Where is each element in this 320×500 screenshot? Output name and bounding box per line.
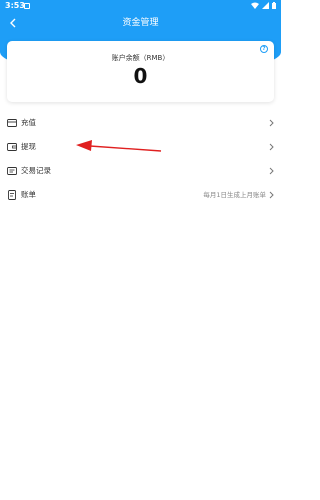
navbar: 资金管理 bbox=[0, 12, 281, 34]
menu-item-bill[interactable]: 账单 每月1日生成上月账单 bbox=[0, 183, 281, 207]
chevron-right-icon bbox=[269, 119, 274, 127]
balance-label: 账户余额（RMB） bbox=[111, 54, 170, 62]
battery-icon bbox=[272, 2, 276, 9]
chevron-right-icon bbox=[269, 143, 274, 151]
chevron-right-icon bbox=[269, 191, 274, 199]
signal-icon bbox=[262, 2, 269, 9]
records-icon bbox=[7, 167, 17, 175]
menu-item-recharge[interactable]: 充值 bbox=[0, 111, 281, 135]
help-icon[interactable]: ? bbox=[260, 45, 268, 53]
menu-item-label: 提现 bbox=[21, 142, 36, 151]
balance-amount: 0 bbox=[133, 64, 148, 88]
bill-icon bbox=[8, 190, 16, 200]
menu-item-withdraw[interactable]: 提现 bbox=[0, 135, 281, 159]
wifi-icon bbox=[251, 2, 259, 9]
menu-item-label: 交易记录 bbox=[21, 166, 51, 175]
menu-item-label: 账单 bbox=[21, 190, 36, 199]
page-title: 资金管理 bbox=[122, 18, 159, 28]
wallet-icon bbox=[7, 143, 17, 151]
status-icons bbox=[251, 2, 276, 9]
bill-note: 每月1日生成上月账单 bbox=[203, 191, 266, 199]
chevron-right-icon bbox=[269, 167, 274, 175]
status-bar: 3:53 bbox=[0, 0, 281, 12]
menu-item-label: 充值 bbox=[21, 118, 36, 127]
menu-list: 充值 提现 交易记录 账单 每月1日生成上月账单 bbox=[0, 111, 281, 207]
status-time: 3:53 bbox=[5, 1, 25, 10]
notification-icon bbox=[24, 3, 30, 9]
balance-card: ? 账户余额（RMB） 0 bbox=[7, 41, 274, 102]
menu-item-transactions[interactable]: 交易记录 bbox=[0, 159, 281, 183]
card-icon bbox=[7, 119, 17, 127]
